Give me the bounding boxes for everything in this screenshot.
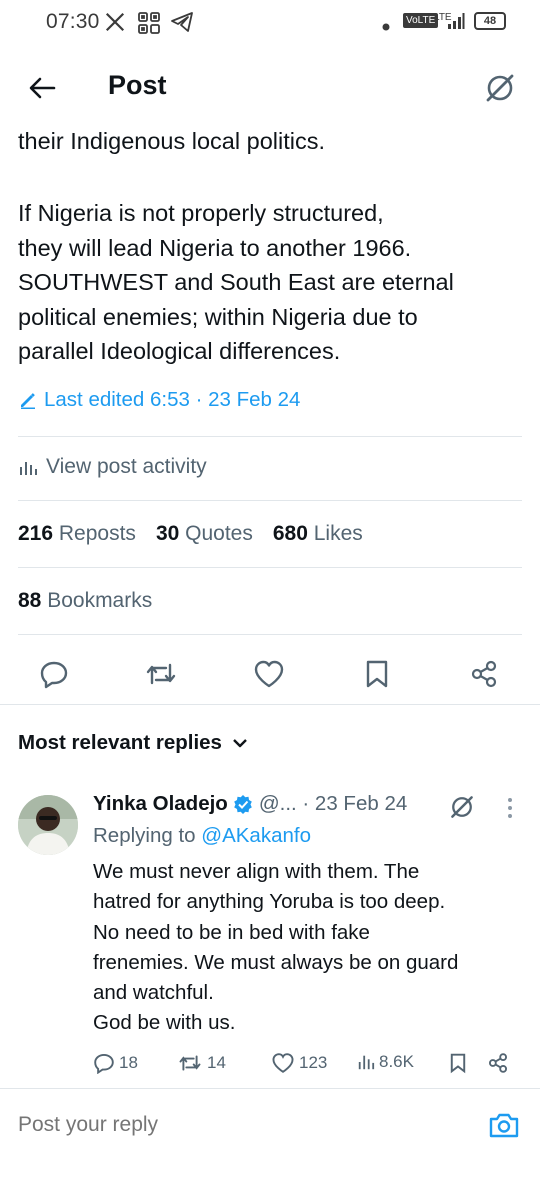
reply-repost-button[interactable]: 14 — [177, 1052, 226, 1074]
reply-button[interactable] — [36, 658, 72, 690]
status-bar: 07:30 VoLTE LTE 48 — [0, 0, 540, 46]
sort-label: Most relevant replies — [18, 731, 222, 754]
reply-share-button[interactable] — [487, 1052, 509, 1074]
repost-count: 14 — [207, 1053, 226, 1072]
bookmark-icon — [366, 660, 388, 688]
share-button[interactable] — [466, 658, 502, 690]
share-icon — [471, 660, 497, 688]
reply-author-name[interactable]: Yinka Oladejo — [93, 792, 228, 816]
reply-count: 18 — [119, 1053, 138, 1072]
reposts-stat[interactable]: 216 Reposts — [18, 522, 136, 546]
heart-icon — [272, 1053, 294, 1073]
chevron-down-icon — [233, 739, 247, 748]
volte-badge: VoLTE — [403, 13, 439, 28]
battery-level: 48 — [483, 15, 497, 27]
camera-icon — [489, 1113, 519, 1138]
reply-icon — [94, 1053, 114, 1074]
battery-icon: 48 — [474, 12, 506, 30]
replying-handle-link[interactable]: @AKakanfo — [201, 824, 311, 847]
post-line: political enemies; within Nigeria due to — [18, 303, 418, 330]
reply-line: hatred for anything Yoruba is too deep. — [93, 890, 446, 914]
reply-line: and watchful. — [93, 981, 214, 1005]
view-post-activity-link[interactable]: View post activity — [18, 455, 207, 479]
edit-history-link[interactable]: Last edited 6:53 · 23 Feb 24 — [18, 388, 300, 412]
reply-composer — [0, 1095, 540, 1165]
verified-badge-icon — [233, 794, 253, 814]
reply-bookmark-button[interactable] — [449, 1052, 467, 1074]
reply-grok-button[interactable] — [448, 793, 476, 826]
divider — [18, 500, 522, 501]
repost-button[interactable] — [143, 658, 179, 690]
reply-like-button[interactable]: 123 — [271, 1052, 327, 1074]
post-line: SOUTHWEST and South East are eternal — [18, 269, 454, 295]
quotes-stat[interactable]: 30 Quotes — [156, 522, 253, 546]
x-logo-icon — [104, 11, 126, 38]
engagement-stats: 216 Reposts 30 Quotes 680 Likes — [18, 522, 363, 546]
dot-indicator-icon — [382, 18, 390, 36]
reply-actions-bar: 18 14 123 8.6K — [93, 1050, 523, 1078]
share-icon — [488, 1053, 508, 1073]
bookmark-icon — [450, 1053, 466, 1074]
post-line: If Nigeria is not properly structured, — [18, 200, 384, 226]
reply-handle-date: @... · 23 Feb 24 — [258, 792, 408, 815]
replying-prefix: Replying to — [93, 824, 202, 847]
analytics-icon — [358, 1055, 375, 1070]
replies-sort-dropdown[interactable]: Most relevant replies — [18, 731, 248, 755]
divider — [18, 436, 522, 437]
post-line: parallel Ideological differences. — [18, 338, 341, 364]
edited-label: Last edited 6:53 · 23 Feb 24 — [44, 388, 301, 411]
reply-views-button[interactable]: 8.6K — [357, 1052, 414, 1072]
grok-icon — [451, 796, 473, 818]
reply-reply-button[interactable]: 18 — [93, 1052, 138, 1074]
reply-header: Yinka Oladejo @... · 23 Feb 24 — [93, 792, 407, 816]
reply-line: God be with us. — [93, 1011, 236, 1035]
activity-label: View post activity — [46, 455, 207, 478]
grok-icon — [486, 74, 514, 102]
divider — [0, 704, 540, 705]
back-button[interactable] — [24, 70, 60, 106]
post-text-paragraph: If Nigeria is not properly structured, t… — [18, 196, 528, 369]
post-actions-bar — [0, 650, 540, 696]
arrow-left-icon — [29, 77, 56, 99]
qr-app-icon — [137, 11, 161, 40]
repost-icon — [179, 1055, 201, 1071]
telegram-icon — [170, 11, 194, 38]
reply-line: No need to be in bed with fake — [93, 920, 370, 944]
post-text-fragment: their Indigenous local politics. — [18, 128, 325, 154]
heart-icon — [254, 660, 284, 688]
analytics-icon — [20, 462, 37, 475]
reply-line: frenemies. We must always be on guard — [93, 950, 459, 974]
likes-stat[interactable]: 680 Likes — [273, 522, 363, 546]
reply-line: We must never align with them. The — [93, 860, 420, 883]
top-header: Post — [0, 56, 540, 122]
like-button[interactable] — [251, 658, 287, 690]
divider — [18, 634, 522, 635]
more-options-button[interactable] — [500, 796, 520, 825]
bookmarks-stat[interactable]: 88 Bookmarks — [18, 589, 152, 613]
pencil-icon — [21, 393, 35, 409]
avatar[interactable] — [18, 795, 78, 855]
camera-button[interactable] — [488, 1111, 520, 1144]
repost-icon — [146, 663, 176, 685]
like-count: 123 — [299, 1053, 328, 1072]
page-title: Post — [108, 70, 167, 100]
grok-button[interactable] — [480, 68, 520, 108]
signal-icon — [447, 12, 465, 35]
divider — [0, 1088, 540, 1089]
reply-icon — [40, 661, 68, 689]
divider — [18, 567, 522, 568]
reply-text: We must never align with them. The hatre… — [93, 857, 523, 1039]
more-vertical-icon — [508, 798, 512, 818]
post-line: they will lead Nigeria to another 1966. — [18, 234, 412, 261]
replying-to: Replying to @AKakanfo — [93, 824, 311, 848]
bookmark-button[interactable] — [359, 658, 395, 690]
view-count: 8.6K — [379, 1052, 414, 1071]
status-time: 07:30 — [46, 10, 100, 33]
reply-input[interactable] — [18, 1113, 438, 1137]
